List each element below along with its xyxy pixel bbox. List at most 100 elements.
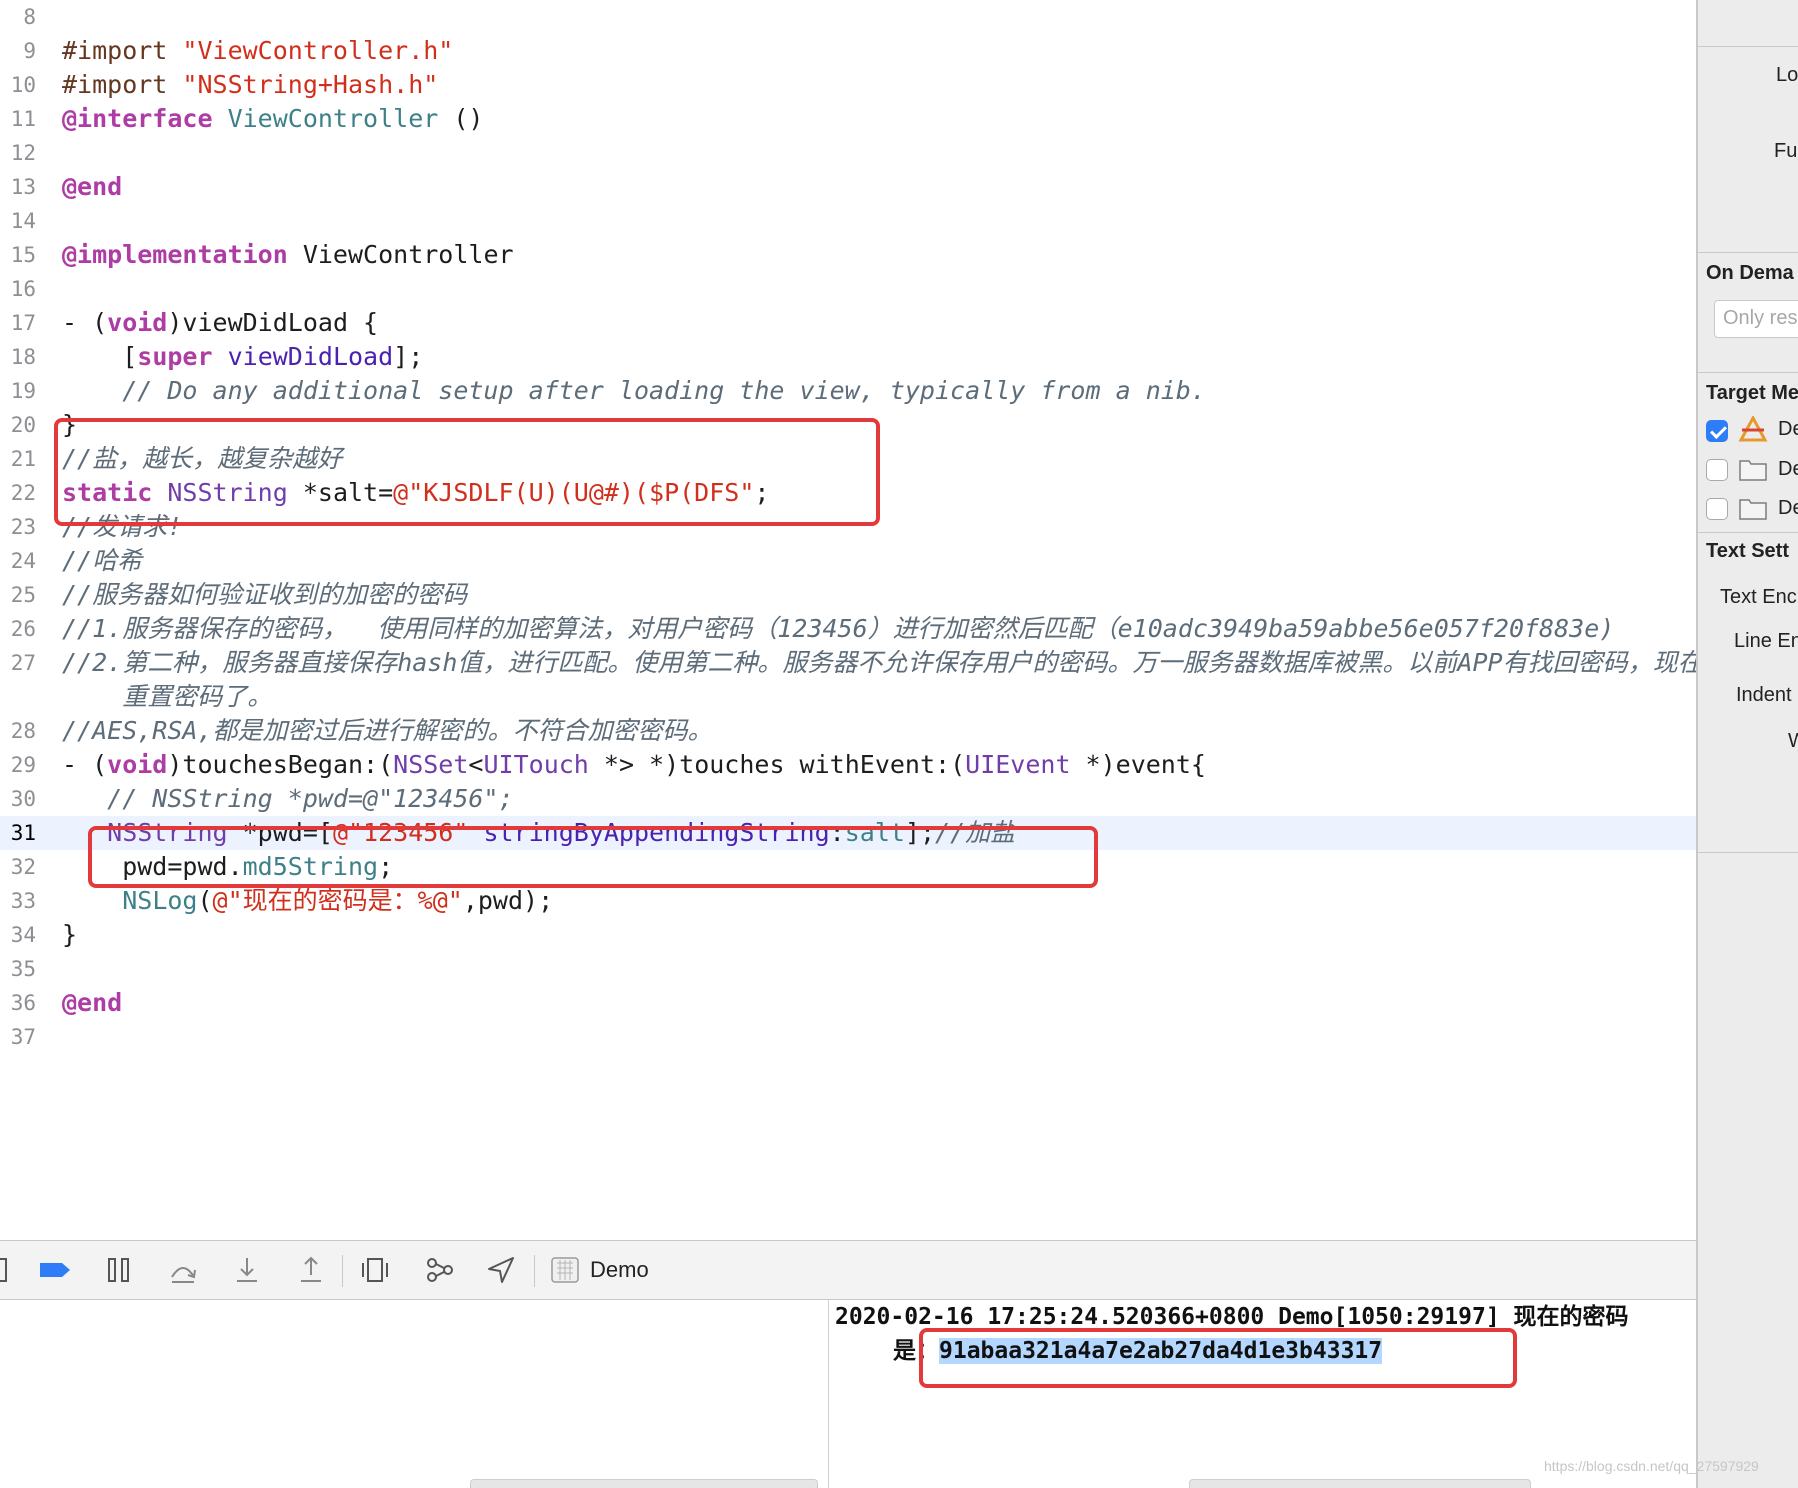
code-token: @"KJSDLF(U)(U@#)($P(DFS" bbox=[393, 478, 755, 507]
breakpoints-toggle-icon[interactable] bbox=[38, 1255, 70, 1285]
code-token: //1.服务器保存的密码， 使用同样的加密算法，对用户密码（123456）进行加… bbox=[62, 614, 1615, 643]
console-output[interactable]: 2020-02-16 17:25:24.520366+0800 Demo[105… bbox=[829, 1300, 1759, 1488]
code-line[interactable]: 33 NSLog(@"现在的密码是：%@",pwd); bbox=[0, 884, 1696, 918]
code-token: *pwd=[ bbox=[227, 818, 333, 847]
code-token: void bbox=[107, 750, 168, 779]
code-line[interactable]: 23 //发请求! bbox=[0, 510, 1696, 544]
folder-icon bbox=[1739, 499, 1767, 520]
code-token: *salt= bbox=[287, 478, 394, 507]
target-label: De bbox=[1778, 418, 1798, 440]
code-line[interactable]: 15 @implementation ViewController bbox=[0, 238, 1696, 272]
code-text: [super viewDidLoad]; bbox=[62, 340, 423, 374]
simulate-location-icon[interactable] bbox=[486, 1255, 516, 1285]
target-label: De bbox=[1778, 497, 1798, 519]
line-number: 18 bbox=[10, 345, 36, 369]
code-line[interactable]: 26 //1.服务器保存的密码， 使用同样的加密算法，对用户密码（123456）进… bbox=[0, 612, 1696, 646]
code-line[interactable]: 重置密码了。 bbox=[0, 680, 1696, 714]
pause-icon[interactable] bbox=[104, 1255, 134, 1285]
code-token: : bbox=[829, 818, 845, 847]
code-token: ]; bbox=[904, 818, 936, 847]
code-line[interactable]: 17 - (void)viewDidLoad { bbox=[0, 306, 1696, 340]
code-line[interactable]: 36 @end bbox=[0, 986, 1696, 1020]
inspector-label-full-path: Fu bbox=[1774, 140, 1798, 162]
target-membership-header: Target Me bbox=[1706, 382, 1798, 404]
code-text: @interface ViewController () bbox=[62, 102, 483, 136]
code-line[interactable]: 37 bbox=[0, 1020, 1696, 1054]
code-token: "NSString+Hash.h" bbox=[182, 70, 439, 99]
code-line[interactable]: 20} bbox=[0, 408, 1696, 442]
code-text: #import "ViewController.h" bbox=[62, 34, 453, 68]
code-token: NSSet bbox=[393, 750, 469, 779]
code-line[interactable]: 18 [super viewDidLoad]; bbox=[0, 340, 1696, 374]
code-line[interactable]: 11 @interface ViewController () bbox=[0, 102, 1696, 136]
step-out-icon[interactable] bbox=[296, 1255, 326, 1285]
code-line[interactable]: 24 //哈希 bbox=[0, 544, 1696, 578]
memory-graph-icon[interactable] bbox=[424, 1255, 454, 1285]
step-over-icon[interactable] bbox=[168, 1255, 198, 1285]
code-line[interactable]: 8 bbox=[0, 0, 1696, 34]
variables-view[interactable] bbox=[0, 1300, 829, 1488]
code-line[interactable]: 19 // Do any additional setup after load… bbox=[0, 374, 1696, 408]
code-text: //盐，越长，越复杂越好 bbox=[62, 442, 342, 476]
code-token: < bbox=[468, 750, 484, 779]
code-line[interactable]: 30 // NSString *pwd=@"123456"; bbox=[0, 782, 1696, 816]
target-checkbox[interactable] bbox=[1706, 498, 1728, 520]
hide-debug-area-icon[interactable] bbox=[0, 1255, 20, 1285]
view-hierarchy-icon[interactable] bbox=[360, 1255, 390, 1285]
code-text: pwd=pwd.md5String; bbox=[62, 850, 393, 884]
code-line[interactable]: 31 NSString *pwd=[@"123456" stringByAppe… bbox=[0, 816, 1696, 850]
code-token: ViewController bbox=[227, 104, 439, 133]
code-token: super bbox=[137, 342, 213, 371]
text-settings-header: Text Sett bbox=[1706, 540, 1789, 562]
code-token: () bbox=[438, 104, 484, 133]
target-label: De bbox=[1778, 458, 1798, 480]
code-line[interactable]: 32 pwd=pwd.md5String; bbox=[0, 850, 1696, 884]
line-number: 8 bbox=[23, 5, 36, 29]
code-line[interactable]: 34} bbox=[0, 918, 1696, 952]
code-line[interactable]: 29 - (void)touchesBegan:(NSSet<UITouch *>… bbox=[0, 748, 1696, 782]
code-line[interactable]: 25 //服务器如何验证收到的加密的密码 bbox=[0, 578, 1696, 612]
console-log-prefix: 是： bbox=[893, 1338, 939, 1364]
code-line[interactable]: 21 //盐，越长，越复杂越好 bbox=[0, 442, 1696, 476]
code-token: *)event{ bbox=[1070, 750, 1206, 779]
selected-hash[interactable]: 91abaa321a4a7e2ab27da4d1e3b43317 bbox=[939, 1338, 1383, 1364]
code-line[interactable]: 27 //2.第二种，服务器直接保存hash值，进行匹配。使用第二种。服务器不允许… bbox=[0, 646, 1696, 680]
code-token: // Do any additional setup after loading… bbox=[62, 376, 1206, 405]
line-number: 10 bbox=[10, 73, 36, 97]
line-number: 27 bbox=[10, 651, 36, 675]
code-line[interactable]: 14 bbox=[0, 204, 1696, 238]
code-line[interactable]: 13 @end bbox=[0, 170, 1696, 204]
code-token: //发请求! bbox=[62, 512, 183, 541]
code-token: ,pwd); bbox=[462, 886, 554, 915]
console-log-line-2: 是：91abaa321a4a7e2ab27da4d1e3b43317 bbox=[893, 1334, 1383, 1368]
code-text: //AES,RSA,都是加密过后进行解密的。不符合加密密码。 bbox=[62, 714, 713, 748]
code-token: ViewController bbox=[287, 240, 514, 269]
indent-widths-label: W bbox=[1788, 730, 1798, 753]
code-line[interactable]: 22 static NSString *salt=@"KJSDLF(U)(U@#)… bbox=[0, 476, 1696, 510]
code-line[interactable]: 12 bbox=[0, 136, 1696, 170]
inspector-label-location: Lo bbox=[1776, 64, 1798, 86]
code-token: // NSString *pwd=@"123456"; bbox=[62, 784, 514, 813]
code-token: #import bbox=[62, 36, 183, 65]
line-number: 30 bbox=[10, 787, 36, 811]
line-number: 31 bbox=[10, 821, 36, 845]
target-checkbox[interactable] bbox=[1706, 420, 1728, 442]
code-line[interactable]: 16 bbox=[0, 272, 1696, 306]
code-line[interactable]: 9 #import "ViewController.h" bbox=[0, 34, 1696, 68]
code-line[interactable]: 28 //AES,RSA,都是加密过后进行解密的。不符合加密密码。 bbox=[0, 714, 1696, 748]
code-line[interactable]: 35 bbox=[0, 952, 1696, 986]
code-token: @"123456" bbox=[332, 818, 469, 847]
console-log-line: 2020-02-16 17:25:24.520366+0800 Demo[105… bbox=[835, 1304, 1629, 1330]
code-editor[interactable]: 8 9 #import "ViewController.h" 10 #import "N… bbox=[0, 0, 1696, 1240]
on-demand-tags-field[interactable]: Only res bbox=[1714, 300, 1798, 338]
code-text: //发请求! bbox=[62, 510, 182, 544]
target-checkbox[interactable] bbox=[1706, 459, 1728, 481]
code-token: )viewDidLoad { bbox=[167, 308, 379, 337]
code-line[interactable]: 10 #import "NSString+Hash.h" bbox=[0, 68, 1696, 102]
line-number: 25 bbox=[10, 583, 36, 607]
step-into-icon[interactable] bbox=[232, 1255, 262, 1285]
scheme-label[interactable]: Demo bbox=[590, 1257, 649, 1283]
line-number: 12 bbox=[10, 141, 36, 165]
